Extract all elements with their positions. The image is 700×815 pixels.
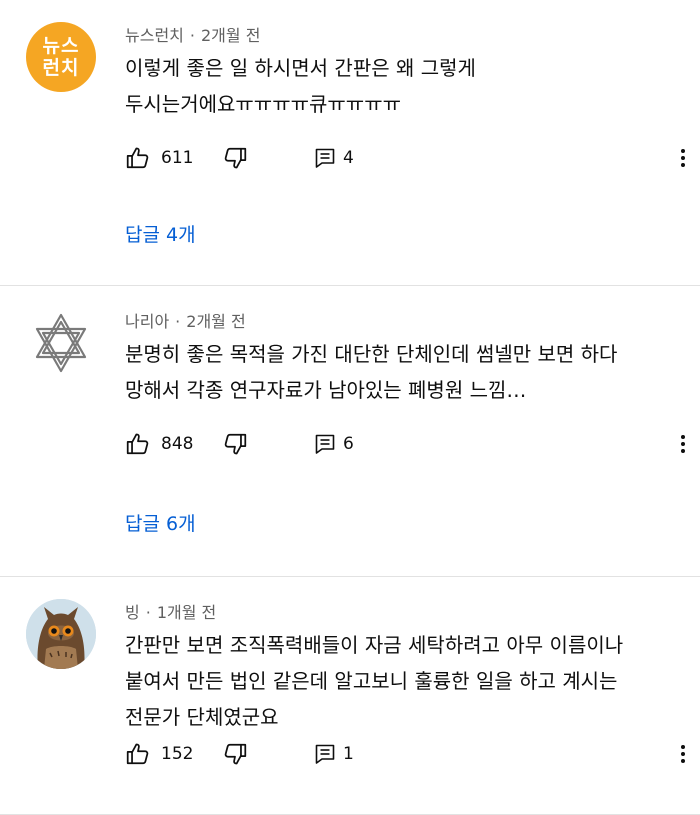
avatar[interactable] [26,599,96,669]
thumbs-down-icon [224,743,247,765]
comment-text-line: 두시는거에요ㅠㅠㅠㅠ큐ㅠㅠㅠㅠ [125,92,401,116]
comment-time[interactable]: 1개월 전 [157,603,216,622]
comment: 뉴스 런치 뉴스런치 · 2개월 전 이렇게 좋은 일 하시면서 간판은 왜 그렇게… [0,0,700,286]
comment: 빙 · 1개월 전 간판만 보면 조직폭력배들이 자금 세탁하려고 아무 이름이나 … [0,577,700,815]
author-name[interactable]: 빙 [125,603,140,622]
comment-text-line: 붙여서 만든 법인 같은데 알고보니 훌륭한 일을 하고 계시는 [125,669,618,693]
comment-text-line: 망해서 각종 연구자료가 남아있는 폐병원 느낌… [125,378,527,402]
avatar[interactable] [26,308,96,378]
author-name[interactable]: 뉴스런치 [125,26,184,45]
view-replies-link[interactable]: 답글 4개 [125,220,196,247]
comment-text: 분명히 좋은 목적을 가진 대단한 단체인데 썸넬만 보면 하다 망해서 각종 … [125,336,665,408]
star-logo-icon [35,313,87,373]
comment-text-line: 분명히 좋은 목적을 가진 대단한 단체인데 썸넬만 보면 하다 [125,342,618,366]
comment-meta: 빙 · 1개월 전 [125,599,216,623]
owl-photo-icon [26,599,96,669]
reply-count: 4 [343,148,354,168]
reply-count: 1 [343,744,354,764]
avatar-text-line: 런치 [42,57,80,79]
reply-button[interactable] [313,739,337,769]
comment-actions: 611 4 [125,143,695,173]
like-count: 848 [161,434,194,454]
comment-meta: 뉴스런치 · 2개월 전 [125,22,260,46]
more-vertical-icon [681,149,685,167]
reply-button[interactable] [313,143,337,173]
like-count: 611 [161,148,194,168]
meta-separator: · [175,312,181,331]
comment-icon [315,148,335,168]
dislike-button[interactable] [222,143,248,173]
reply-button[interactable] [313,429,337,459]
more-actions-button[interactable] [671,429,695,459]
avatar[interactable]: 뉴스 런치 [26,22,96,92]
comment-time[interactable]: 2개월 전 [186,312,245,331]
comment-meta: 나리아 · 2개월 전 [125,308,246,332]
view-replies-link[interactable]: 답글 6개 [125,509,196,536]
comment-text: 간판만 보면 조직폭력배들이 자금 세탁하려고 아무 이름이나 붙여서 만든 법… [125,627,665,735]
like-count: 152 [161,744,194,764]
author-name[interactable]: 나리아 [125,312,169,331]
comment-icon [315,744,335,764]
like-button[interactable] [125,429,151,459]
more-vertical-icon [681,745,685,763]
comment: 나리아 · 2개월 전 분명히 좋은 목적을 가진 대단한 단체인데 썸넬만 보면 … [0,286,700,577]
comment-text: 이렇게 좋은 일 하시면서 간판은 왜 그렇게 두시는거에요ㅠㅠㅠㅠ큐ㅠㅠㅠㅠ [125,50,665,122]
more-vertical-icon [681,435,685,453]
meta-separator: · [189,26,195,45]
comment-icon [315,434,335,454]
dislike-button[interactable] [222,429,248,459]
comment-time[interactable]: 2개월 전 [201,26,260,45]
like-button[interactable] [125,143,151,173]
like-button[interactable] [125,739,151,769]
comment-actions: 848 6 [125,429,695,459]
thumbs-down-icon [224,433,247,455]
comment-actions: 152 1 [125,739,695,769]
thumbs-up-icon [126,433,149,455]
meta-separator: · [145,603,151,622]
more-actions-button[interactable] [671,739,695,769]
dislike-button[interactable] [222,739,248,769]
comment-text-line: 전문가 단체였군요 [125,705,279,729]
comment-text-line: 간판만 보면 조직폭력배들이 자금 세탁하려고 아무 이름이나 [125,633,624,657]
avatar-text-line: 뉴스 [42,35,80,57]
more-actions-button[interactable] [671,143,695,173]
reply-count: 6 [343,434,354,454]
thumbs-up-icon [126,743,149,765]
comment-text-line: 이렇게 좋은 일 하시면서 간판은 왜 그렇게 [125,56,476,80]
thumbs-down-icon [224,147,247,169]
thumbs-up-icon [126,147,149,169]
